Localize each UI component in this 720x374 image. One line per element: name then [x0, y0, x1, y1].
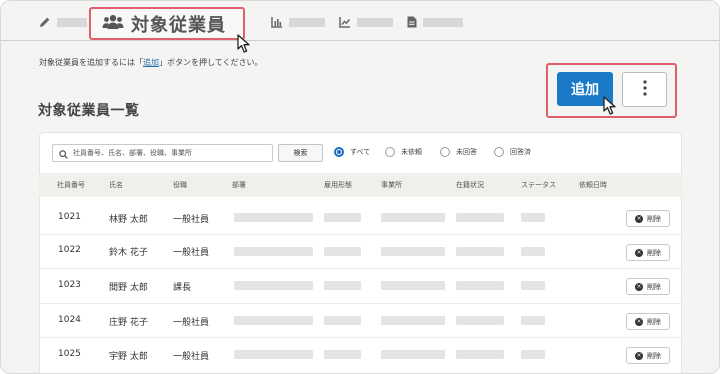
cell-employment-placeholder [324, 213, 361, 222]
delete-button[interactable]: × 削除 [626, 313, 670, 330]
header-employee-number[interactable]: 社員番号 [57, 180, 85, 190]
cell-name: 間野 太郎 [109, 283, 148, 293]
cell-office-placeholder [381, 281, 445, 290]
search-icon [59, 144, 68, 163]
page-title: 対象従業員一覧 [38, 103, 140, 119]
cell-name: 鈴木 花子 [109, 248, 148, 258]
cell-office-placeholder [381, 247, 445, 256]
radio-dot [385, 147, 395, 157]
tab-analytics[interactable] [339, 14, 393, 30]
cell-employee-number: 1021 [58, 212, 81, 222]
radio-dot [494, 147, 504, 157]
users-icon [102, 14, 124, 34]
cell-name: 林野 太郎 [109, 215, 148, 225]
header-enrollment[interactable]: 在籍状況 [456, 180, 484, 190]
document-icon [407, 16, 417, 28]
more-options-button[interactable] [622, 72, 667, 107]
row-divider [39, 337, 682, 338]
cell-office-placeholder [381, 350, 445, 359]
cell-title: 一般社員 [173, 318, 210, 328]
cell-enrollment-placeholder [456, 281, 504, 290]
search-placeholder: 社員番号、氏名、部署、役職、事業所 [73, 149, 192, 157]
cell-status-placeholder [521, 281, 545, 290]
radio-answered[interactable]: 回答済 [494, 147, 531, 157]
close-circle-icon: × [635, 351, 643, 360]
radio-dot-selected [334, 147, 344, 157]
search-input[interactable]: 社員番号、氏名、部署、役職、事業所 [52, 144, 273, 162]
close-circle-icon: × [635, 248, 643, 257]
cell-enrollment-placeholder [456, 350, 504, 359]
tab-active-label: 対象従業員 [131, 14, 226, 36]
pencil-icon [39, 16, 51, 28]
cell-employee-number: 1022 [58, 245, 81, 255]
tab-bar: 対象従業員 [1, 1, 719, 41]
delete-button[interactable]: × 削除 [626, 347, 670, 364]
cell-department-placeholder [234, 281, 313, 290]
cell-employment-placeholder [324, 247, 361, 256]
cell-employment-placeholder [324, 281, 361, 290]
cell-employee-number: 1024 [58, 315, 81, 325]
close-circle-icon: × [635, 317, 643, 326]
tab-edit[interactable] [39, 14, 87, 30]
radio-all[interactable]: すべて [334, 147, 370, 157]
header-employment-type[interactable]: 雇用形態 [324, 180, 352, 190]
tab-target-employees[interactable]: 対象従業員 [89, 7, 245, 40]
mouse-cursor-icon [237, 34, 253, 58]
cell-title: 一般社員 [173, 215, 210, 225]
cell-name: 庄野 花子 [109, 318, 148, 328]
cell-department-placeholder [234, 213, 313, 222]
cell-employment-placeholder [324, 316, 361, 325]
tab-chart[interactable] [271, 14, 325, 30]
cell-enrollment-placeholder [456, 213, 504, 222]
cell-status-placeholder [521, 213, 545, 222]
cell-department-placeholder [234, 247, 313, 256]
cell-enrollment-placeholder [456, 247, 504, 256]
cell-title: 課長 [173, 283, 192, 293]
delete-button[interactable]: × 削除 [626, 210, 670, 227]
row-divider [39, 268, 682, 269]
radio-unanswered[interactable]: 未回答 [440, 147, 477, 157]
app-frame: 対象従業員 対象従業員を追加するには「追加」ボタンを押してください。 対象従業員… [0, 0, 720, 374]
header-name[interactable]: 氏名 [109, 180, 123, 190]
cell-employee-number: 1023 [58, 280, 81, 290]
cell-employee-number: 1025 [58, 349, 81, 359]
radio-unrequested[interactable]: 未依頼 [385, 147, 422, 157]
tab-document[interactable] [407, 14, 463, 30]
hand-cursor-icon [603, 96, 621, 120]
search-button[interactable]: 検索 [278, 144, 323, 162]
close-circle-icon: × [635, 214, 643, 223]
close-circle-icon: × [635, 282, 643, 291]
header-request-date[interactable]: 依頼日時 [579, 180, 607, 190]
instruction-text: 対象従業員を追加するには「追加」ボタンを押してください。 [39, 58, 263, 67]
cell-office-placeholder [381, 316, 445, 325]
cell-status-placeholder [521, 350, 545, 359]
cell-status-placeholder [521, 247, 545, 256]
cell-department-placeholder [234, 350, 313, 359]
cell-title: 一般社員 [173, 248, 210, 258]
radio-dot [440, 147, 450, 157]
row-divider [39, 234, 682, 235]
row-divider [39, 303, 682, 304]
vertical-ellipsis-icon [642, 79, 647, 100]
add-link[interactable]: 追加 [143, 58, 159, 67]
cell-title: 一般社員 [173, 352, 210, 362]
cell-status-placeholder [521, 316, 545, 325]
line-chart-icon [339, 16, 351, 28]
delete-button[interactable]: × 削除 [626, 278, 670, 295]
delete-button[interactable]: × 削除 [626, 244, 670, 261]
header-title[interactable]: 役職 [173, 180, 187, 190]
header-status[interactable]: ステータス [521, 180, 556, 190]
header-department[interactable]: 部署 [232, 180, 246, 190]
cell-employment-placeholder [324, 350, 361, 359]
cell-name: 宇野 太郎 [109, 352, 148, 362]
cell-enrollment-placeholder [456, 316, 504, 325]
cell-department-placeholder [234, 316, 313, 325]
header-office[interactable]: 事業所 [381, 180, 402, 190]
bar-chart-icon [271, 16, 283, 28]
cell-office-placeholder [381, 213, 445, 222]
